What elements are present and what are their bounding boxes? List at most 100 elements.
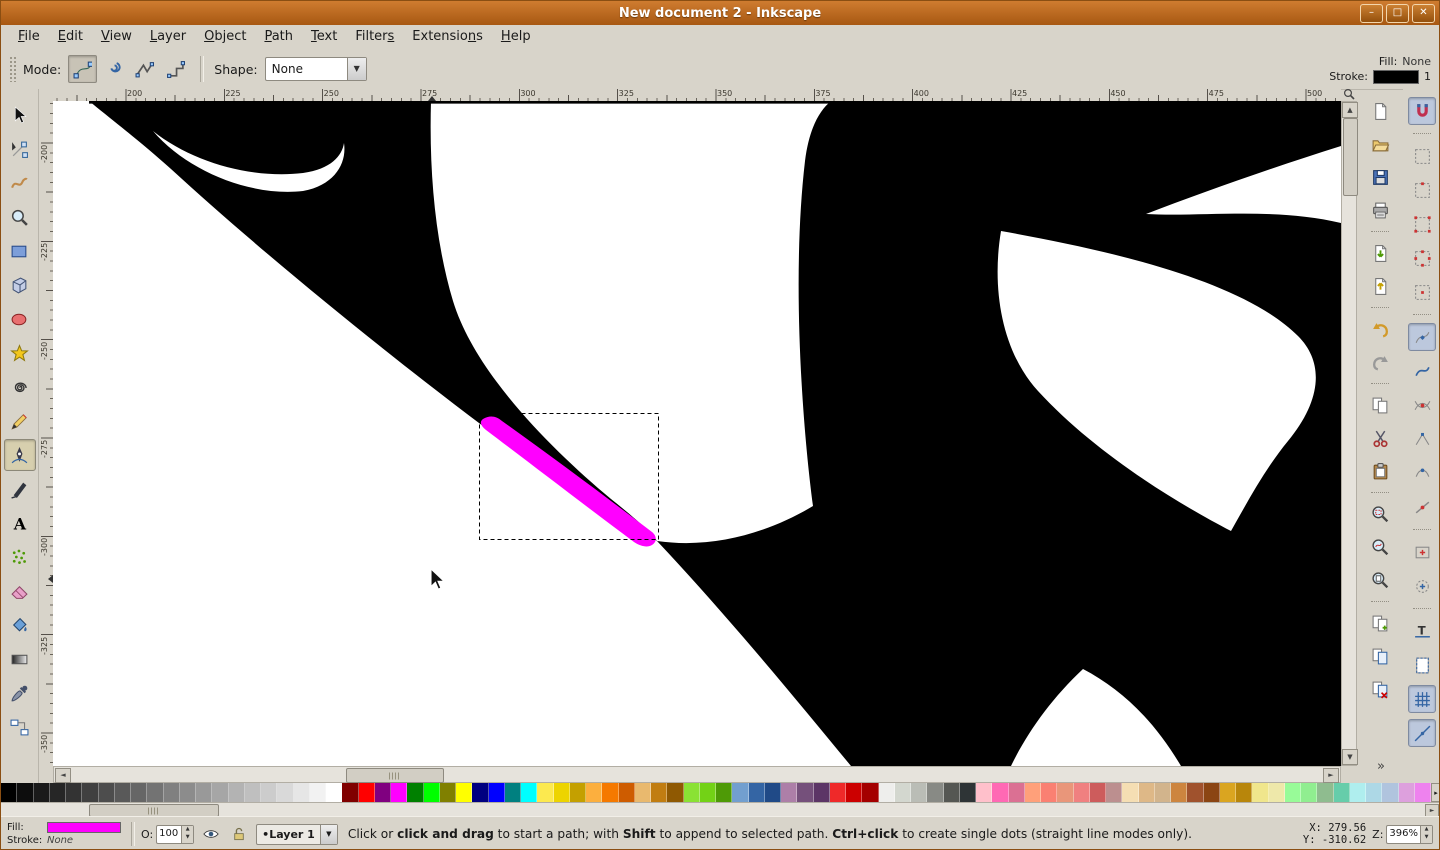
opacity-spinbox[interactable]: 100 ▲ ▼ xyxy=(156,824,195,844)
palette-swatch[interactable] xyxy=(1187,783,1204,802)
palette-swatch[interactable] xyxy=(699,783,716,802)
snap-bbox-edge-midpoints-button[interactable] xyxy=(1408,244,1436,272)
snap-nodes-button[interactable] xyxy=(1408,323,1436,351)
tweak-tool[interactable] xyxy=(4,167,36,199)
palette-swatch[interactable] xyxy=(1089,783,1106,802)
menu-view[interactable]: View xyxy=(92,25,141,49)
snap-paths-button[interactable] xyxy=(1408,357,1436,385)
cms-adjust-icon[interactable] xyxy=(1341,87,1357,100)
selector-tool[interactable] xyxy=(4,99,36,131)
layer-lock-toggle[interactable] xyxy=(228,823,250,845)
gradient-tool[interactable] xyxy=(4,643,36,675)
opacity-value[interactable]: 100 xyxy=(157,826,181,843)
palette-swatch[interactable] xyxy=(1,783,18,802)
paste-button[interactable] xyxy=(1366,457,1394,485)
palette-swatch[interactable] xyxy=(423,783,440,802)
minimize-button[interactable]: – xyxy=(1360,4,1383,23)
palette-swatch[interactable] xyxy=(504,783,521,802)
spiral-tool[interactable] xyxy=(4,371,36,403)
palette-swatch[interactable] xyxy=(1154,783,1171,802)
window-titlebar[interactable]: New document 2 - Inkscape – □ ✕ xyxy=(1,1,1439,25)
palette-swatch[interactable] xyxy=(49,783,66,802)
palette-more-button[interactable]: ▸ xyxy=(1431,783,1439,802)
palette-swatch[interactable] xyxy=(33,783,50,802)
palette-swatch[interactable] xyxy=(131,783,148,802)
save-document-button[interactable] xyxy=(1366,163,1394,191)
palette-swatch[interactable] xyxy=(439,783,456,802)
layer-visibility-toggle[interactable] xyxy=(200,823,222,845)
menu-path[interactable]: Path xyxy=(255,25,302,49)
fill-indicator-value[interactable]: None xyxy=(1402,54,1431,69)
palette-swatch[interactable] xyxy=(472,783,489,802)
snap-grids-button[interactable] xyxy=(1408,685,1436,713)
mode-regular-bezier-button[interactable] xyxy=(68,55,98,83)
layer-selector[interactable]: •Layer 1 ▼ xyxy=(256,823,338,845)
snap-enable-button[interactable] xyxy=(1408,97,1436,125)
palette-swatch[interactable] xyxy=(976,783,993,802)
palette-swatch[interactable] xyxy=(66,783,83,802)
palette-swatch[interactable] xyxy=(114,783,131,802)
palette-swatch[interactable] xyxy=(1236,783,1253,802)
palette-swatch[interactable] xyxy=(846,783,863,802)
snap-cusp-nodes-button[interactable] xyxy=(1408,425,1436,453)
zoom-value[interactable]: 396% xyxy=(1387,826,1420,843)
snap-bbox-edges-button[interactable] xyxy=(1408,176,1436,204)
palette-swatch[interactable] xyxy=(277,783,294,802)
palette-swatch[interactable] xyxy=(959,783,976,802)
rectangle-tool[interactable] xyxy=(4,235,36,267)
shape-dropdown[interactable]: None ▼ xyxy=(264,57,367,81)
palette-swatch[interactable] xyxy=(569,783,586,802)
scroll-down-icon[interactable]: ▼ xyxy=(1342,749,1358,765)
palette-swatch[interactable] xyxy=(374,783,391,802)
copy-button[interactable] xyxy=(1366,391,1394,419)
open-document-button[interactable] xyxy=(1366,130,1394,158)
spin-down-icon[interactable]: ▼ xyxy=(182,834,194,843)
scroll-up-icon[interactable]: ▲ xyxy=(1342,102,1358,118)
palette-swatch[interactable] xyxy=(911,783,928,802)
menu-filters[interactable]: Filters xyxy=(346,25,403,49)
palette-swatch[interactable] xyxy=(1333,783,1350,802)
palette-swatch[interactable] xyxy=(196,783,213,802)
palette-swatch[interactable] xyxy=(797,783,814,802)
palette-swatch[interactable] xyxy=(1106,783,1123,802)
palette-scrollbar[interactable]: ► xyxy=(1,802,1439,817)
dropper-tool[interactable] xyxy=(4,677,36,709)
spray-tool[interactable] xyxy=(4,541,36,573)
palette-swatch[interactable] xyxy=(1008,783,1025,802)
palette-swatch[interactable] xyxy=(163,783,180,802)
palette-swatch[interactable] xyxy=(98,783,115,802)
stroke-indicator-swatch[interactable] xyxy=(1373,69,1419,84)
palette-swatch[interactable] xyxy=(1203,783,1220,802)
palette-swatch[interactable] xyxy=(17,783,34,802)
export-image-button[interactable] xyxy=(1366,272,1394,300)
zoom-spinbox[interactable]: 396% ▲ ▼ xyxy=(1386,824,1433,844)
connector-tool[interactable] xyxy=(4,711,36,743)
palette-swatch[interactable] xyxy=(342,783,359,802)
palette-swatch[interactable] xyxy=(553,783,570,802)
palette-swatch[interactable] xyxy=(1252,783,1269,802)
snap-bounding-box-button[interactable] xyxy=(1408,142,1436,170)
import-image-button[interactable] xyxy=(1366,239,1394,267)
snap-guides-button[interactable] xyxy=(1408,719,1436,747)
unlink-clone-button[interactable] xyxy=(1366,675,1394,703)
palette-swatch[interactable] xyxy=(829,783,846,802)
palette-swatch[interactable] xyxy=(391,783,408,802)
palette-swatch[interactable] xyxy=(1138,783,1155,802)
star-tool[interactable] xyxy=(4,337,36,369)
palette-swatch[interactable] xyxy=(326,783,343,802)
palette-swatch[interactable] xyxy=(1041,783,1058,802)
palette-swatch[interactable] xyxy=(1057,783,1074,802)
menu-edit[interactable]: Edit xyxy=(49,25,92,49)
menu-layer[interactable]: Layer xyxy=(141,25,195,49)
palette-swatch[interactable] xyxy=(537,783,554,802)
chevron-down-icon[interactable]: ▼ xyxy=(319,824,337,844)
palette-swatch[interactable] xyxy=(943,783,960,802)
duplicate-button[interactable] xyxy=(1366,609,1394,637)
palette-swatch[interactable] xyxy=(1349,783,1366,802)
palette-swatch[interactable] xyxy=(1366,783,1383,802)
close-button[interactable]: ✕ xyxy=(1412,4,1435,23)
menu-file[interactable]: File xyxy=(9,25,49,49)
mode-spiro-button[interactable] xyxy=(99,55,128,83)
palette-swatch[interactable] xyxy=(716,783,733,802)
snap-text-baseline-button[interactable]: T xyxy=(1408,617,1436,645)
